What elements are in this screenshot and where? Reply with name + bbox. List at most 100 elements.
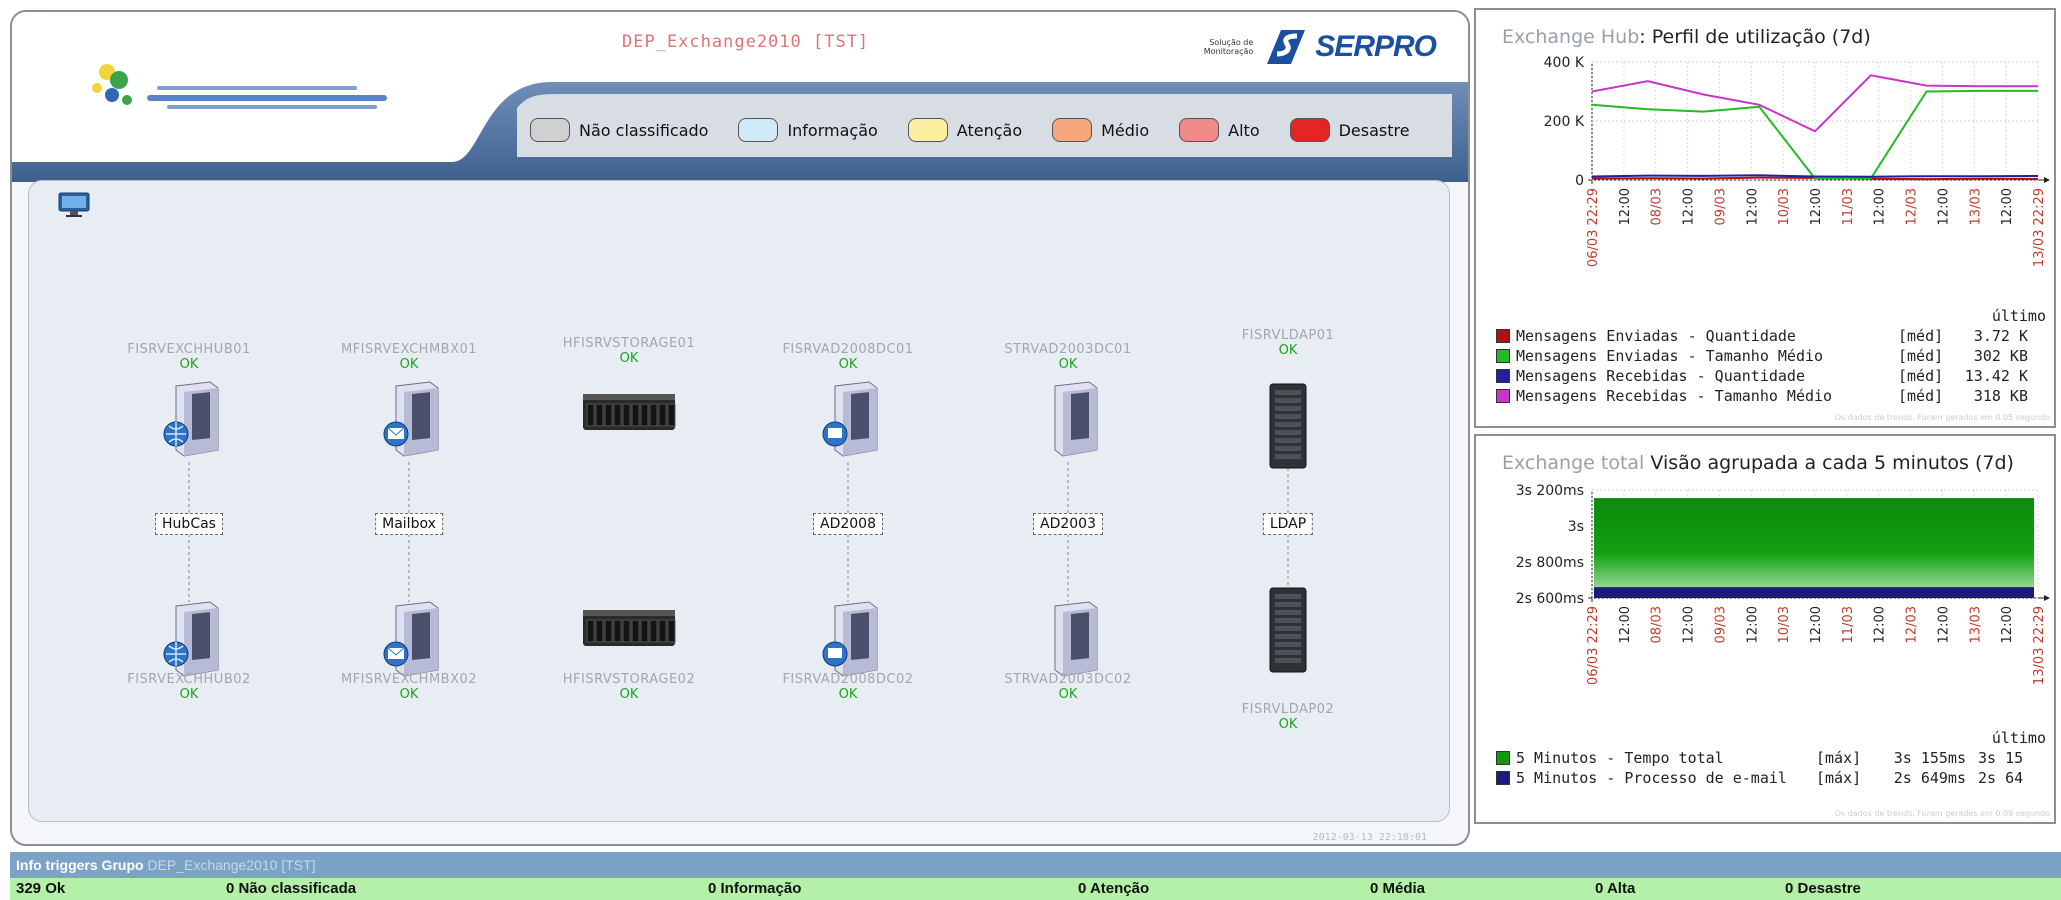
legend-header: últimomí: [1496, 728, 2054, 748]
x-tick-label: 12:00: [2000, 606, 2015, 643]
group-label[interactable]: LDAP: [1262, 513, 1314, 535]
status-header: Info triggers Grupo DEP_Exchange2010 [TS…: [10, 852, 2061, 878]
status-count: 0 Informação: [708, 880, 802, 897]
host-name: MFISRVEXCHMBX02: [340, 672, 478, 687]
x-tick-label: 12:00: [1745, 188, 1760, 225]
grouped-5min-graph[interactable]: Exchange total Visão agrupada a cada 5 m…: [1474, 434, 2056, 824]
host-status: OK: [1278, 717, 1298, 732]
legend-function: [méd]: [1898, 367, 1944, 385]
server-globe-icon[interactable]: [154, 380, 224, 464]
x-tick-label: 08/03: [1650, 606, 1665, 643]
status-header-group: DEP_Exchange2010 [TST]: [147, 857, 316, 873]
host-name: FISRVLDAP02: [1241, 702, 1335, 717]
status-count: 0 Não classificada: [226, 880, 357, 897]
host-name: FISRVEXCHHUB01: [127, 342, 251, 357]
group-label[interactable]: AD2003: [1033, 513, 1103, 535]
map-host[interactable]: FISRVEXCHHUB02 OK: [109, 672, 269, 702]
x-tick-label: 12:00: [1618, 188, 1633, 225]
x-tick-label: 13/03 22:29: [2032, 606, 2047, 685]
legend-value: 13.42 K: [1964, 367, 2028, 385]
map-host[interactable]: FISRVLDAP02 OK: [1208, 702, 1368, 732]
x-tick-label: 12/03: [1905, 606, 1920, 643]
x-tick-label: 13/03: [1968, 606, 1983, 643]
legend-value: 302 KB: [1973, 347, 2028, 365]
legend-item: Mensagens Enviadas - Quantidade [méd] 3.72…: [1496, 326, 2046, 346]
x-tick-label: 12:00: [1873, 188, 1888, 225]
host-name: FISRVAD2008DC02: [782, 672, 914, 687]
status-count: 0 Alta: [1595, 880, 1636, 897]
server-icon[interactable]: [1033, 380, 1103, 464]
status-count: 0 Desastre: [1785, 880, 1861, 897]
legend-value-min: 2s 64: [1978, 769, 2024, 787]
x-tick-label: 06/03 22:29: [1586, 606, 1601, 685]
trigger-status-bar: Info triggers Grupo DEP_Exchange2010 [TS…: [10, 852, 2061, 900]
usage-profile-graph[interactable]: Exchange Hub: Perfil de utilização (7d) …: [1474, 8, 2056, 428]
x-tick-label: 12:00: [1873, 606, 1888, 643]
host-name: MFISRVEXCHMBX01: [340, 342, 478, 357]
map-host[interactable]: FISRVEXCHHUB01 OK: [109, 342, 269, 372]
x-tick-label: 12:00: [1936, 188, 1951, 225]
map-host[interactable]: STRVAD2003DC02 OK: [988, 672, 1148, 702]
x-tick-label: 11/03: [1841, 188, 1856, 225]
host-status: OK: [179, 357, 199, 372]
map-host[interactable]: FISRVLDAP01 OK: [1208, 328, 1368, 358]
x-tick-label: 06/03 22:29: [1586, 188, 1601, 267]
x-tick-label: 11/03: [1841, 606, 1856, 643]
host-status: OK: [1058, 357, 1078, 372]
tower-server-icon[interactable]: [1266, 586, 1310, 678]
graph1-legend: último Mensagens Enviadas - Quantidade [mé…: [1496, 306, 2046, 406]
storage-array-icon[interactable]: [581, 390, 677, 438]
x-tick-label: 08/03: [1650, 188, 1665, 225]
map-host[interactable]: HFISRVSTORAGE02 OK: [549, 672, 709, 702]
host-status: OK: [179, 687, 199, 702]
legend-item: Mensagens Recebidas - Quantidade [méd] 13.…: [1496, 366, 2046, 386]
legend-function: [máx]: [1816, 749, 1862, 767]
y-tick-label: 3s: [1568, 519, 1584, 535]
map-host[interactable]: MFISRVEXCHMBX01 OK: [329, 342, 489, 372]
legend-swatch: [1496, 751, 1510, 765]
host-status: OK: [399, 357, 419, 372]
legend-item: Mensagens Enviadas - Tamanho Médio [méd] 3…: [1496, 346, 2046, 366]
legend-name: 5 Minutos - Processo de e-mail: [1516, 769, 1787, 787]
map-host[interactable]: HFISRVSTORAGE01 OK: [549, 336, 709, 366]
host-status: OK: [399, 687, 419, 702]
x-tick-label: 10/03: [1777, 606, 1792, 643]
legend-swatch: [1496, 329, 1510, 343]
tower-server-icon[interactable]: [1266, 382, 1310, 474]
status-counts: 329 Ok 0 Não classificada 0 Informação 0 At…: [10, 878, 2061, 900]
status-count: 0 Atenção: [1078, 880, 1150, 897]
group-label[interactable]: HubCas: [155, 513, 223, 535]
legend-value-min: 3s 15: [1978, 749, 2024, 767]
server-monitor-icon[interactable]: [813, 380, 883, 464]
x-tick-label: 12:00: [1809, 188, 1824, 225]
legend-item: 5 Minutos - Tempo total [máx] 3s 155ms 3s 1…: [1496, 748, 2054, 768]
y-tick-label: 200 K: [1544, 114, 1585, 130]
host-name: FISRVLDAP01: [1241, 328, 1335, 343]
legend-name: 5 Minutos - Tempo total: [1516, 749, 1724, 767]
x-tick-label: 12:00: [2000, 188, 2015, 225]
status-count: 329 Ok: [16, 880, 66, 897]
host-name: STRVAD2003DC01: [1004, 342, 1132, 357]
group-label[interactable]: Mailbox: [375, 513, 443, 535]
legend-swatch: [1496, 369, 1510, 383]
legend-name: Mensagens Enviadas - Quantidade: [1516, 327, 1796, 345]
graph1-footer: Os dados de trends. Foram gerados em 0.0…: [1834, 413, 2050, 422]
host-name: FISRVAD2008DC01: [782, 342, 914, 357]
y-tick-label: 2s 600ms: [1516, 591, 1584, 607]
map-host[interactable]: FISRVAD2008DC01 OK: [768, 342, 928, 372]
legend-name: Mensagens Recebidas - Tamanho Médio: [1516, 387, 1833, 405]
host-status: OK: [619, 351, 639, 366]
legend-value: 318 KB: [1973, 387, 2028, 405]
status-header-label: Info triggers Grupo: [16, 857, 144, 873]
server-mail-icon[interactable]: [374, 380, 444, 464]
map-host[interactable]: FISRVAD2008DC02 OK: [768, 672, 928, 702]
map-host[interactable]: STRVAD2003DC01 OK: [988, 342, 1148, 372]
legend-name: Mensagens Enviadas - Tamanho Médio: [1516, 347, 1824, 365]
x-tick-label: 12:00: [1936, 606, 1951, 643]
map-host[interactable]: MFISRVEXCHMBX02 OK: [329, 672, 489, 702]
legend-header: último: [1496, 306, 2046, 326]
x-tick-label: 12:00: [1745, 606, 1760, 643]
storage-array-icon[interactable]: [581, 606, 677, 654]
group-label[interactable]: AD2008: [813, 513, 883, 535]
host-status: OK: [619, 687, 639, 702]
